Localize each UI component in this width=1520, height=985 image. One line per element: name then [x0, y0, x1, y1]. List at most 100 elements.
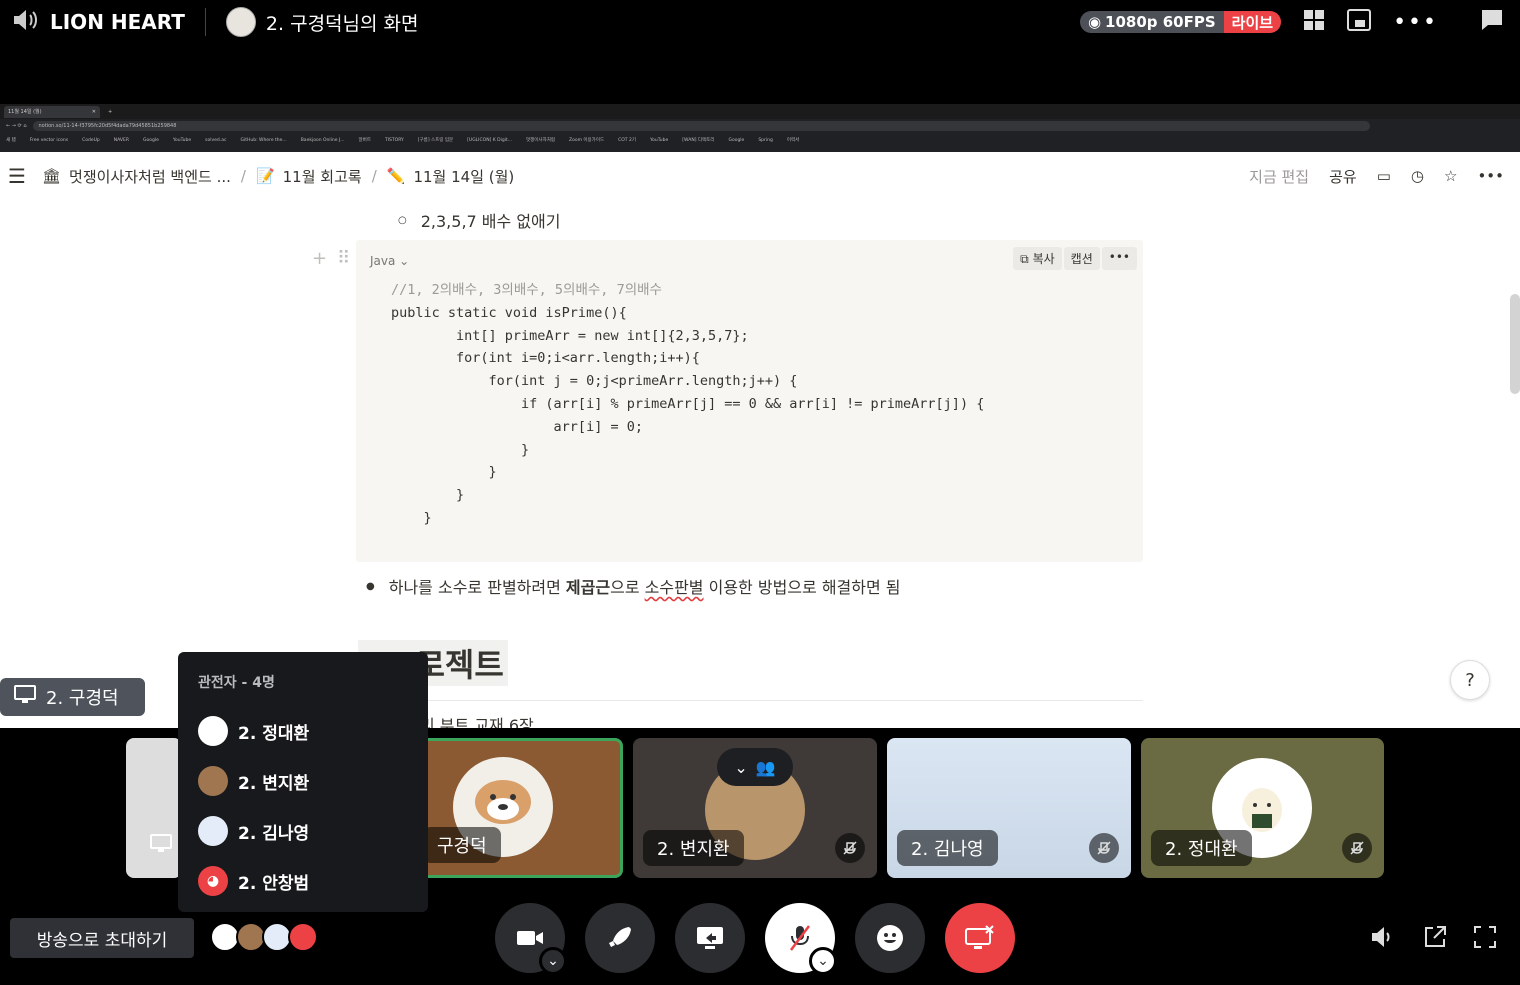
- code-line: public static void isPrime(){: [391, 304, 627, 321]
- code-line: arr[i] = 0;: [391, 418, 643, 435]
- memo-icon: 📝: [255, 167, 275, 185]
- more-icon[interactable]: •••: [1477, 167, 1504, 185]
- bookmark-item[interactable]: Google: [143, 138, 159, 143]
- help-button[interactable]: ?: [1450, 660, 1490, 700]
- chat-icon[interactable]: [1480, 8, 1504, 36]
- bookmark-item[interactable]: [WAN] 디렉토리: [682, 137, 714, 143]
- code-line: }: [391, 487, 465, 504]
- breadcrumb-current[interactable]: 11월 14일 (월): [413, 166, 514, 187]
- mute-button[interactable]: ⌄: [765, 903, 837, 975]
- breadcrumb-root[interactable]: 멋쟁이사자처럼 백엔드 ...: [69, 166, 231, 187]
- bookmark-item[interactable]: NAVER: [114, 138, 129, 143]
- fullscreen-icon[interactable]: [1473, 925, 1497, 953]
- bookmark-item[interactable]: Free vector icons: [30, 138, 68, 143]
- emoji-button[interactable]: [855, 903, 925, 973]
- grid-layout-icon[interactable]: [1303, 9, 1325, 35]
- sub-bullet: ○ 2,3,5,7 배수 없애기: [398, 208, 560, 232]
- camera-button[interactable]: ⌄: [495, 903, 567, 975]
- share-screen-button[interactable]: [675, 903, 745, 973]
- viewer-item[interactable]: 2. 김나영: [198, 806, 408, 856]
- leave-stream-button[interactable]: [945, 903, 1015, 973]
- bookmark-item[interactable]: TISTORY: [385, 138, 404, 143]
- live-badge: 라이브: [1223, 11, 1282, 33]
- code-line: for(int i=0;i<arr.length;i++){: [391, 350, 700, 367]
- avatar: [198, 816, 228, 846]
- nav-arrows-icon[interactable]: ← → ⟳ ⌂: [6, 123, 27, 129]
- edit-now-label[interactable]: 지금 편집: [1249, 166, 1309, 187]
- avatar: [198, 716, 228, 746]
- caption-button[interactable]: 캡션: [1063, 247, 1100, 270]
- new-tab-icon[interactable]: +: [108, 109, 112, 115]
- bookmark-item[interactable]: 이력서: [787, 137, 799, 143]
- code-block[interactable]: Java ⌄ ⧉ 복사 캡션 ••• //1, 2의배수, 3의배수, 5의배수…: [356, 240, 1143, 562]
- popout-icon[interactable]: [1423, 925, 1447, 953]
- participant-tile[interactable]: 2. 정대환: [1141, 738, 1384, 878]
- mic-muted-icon: [790, 925, 810, 951]
- address-row: ← → ⟳ ⌂ notion.so/11-14-f3795fc20d5f4dad…: [0, 119, 1520, 133]
- clock-icon[interactable]: ◷: [1411, 167, 1424, 185]
- block-handle[interactable]: + ⠿: [312, 248, 350, 269]
- comment-icon[interactable]: ▭: [1377, 167, 1391, 185]
- popout-icon[interactable]: [1347, 9, 1372, 35]
- participants-toggle[interactable]: ⌄ 👥: [717, 748, 793, 786]
- bookmark-item[interactable]: 멋쟁이사자처럼: [526, 137, 555, 143]
- discord-icon: ◕: [198, 866, 228, 896]
- bookmark-item[interactable]: YouTube: [173, 138, 191, 143]
- participant-name-text: 2. 정대환: [1165, 839, 1238, 860]
- code-language-select[interactable]: Java ⌄: [370, 254, 409, 268]
- code-line: }: [391, 464, 497, 481]
- bookmark-item[interactable]: solved.ac: [205, 138, 226, 143]
- bookmark-item[interactable]: CodeUp: [82, 138, 100, 143]
- bookmark-item[interactable]: YouTube: [650, 138, 668, 143]
- viewer-name: 2. 변지환: [238, 773, 310, 794]
- monitor-icon: [150, 834, 172, 858]
- activity-button[interactable]: [585, 903, 655, 973]
- invite-button[interactable]: 방송으로 초대하기: [10, 918, 194, 958]
- people-icon: 👥: [755, 757, 776, 777]
- bookmark-item[interactable]: 알버트: [359, 137, 371, 143]
- bookmark-item[interactable]: Spring: [758, 138, 773, 143]
- bookmark-item[interactable]: GitHub: Where the...: [240, 138, 286, 143]
- screen-share-stream: 11월 14일 (월) ✕ + ← → ⟳ ⌂ notion.so/11-14-f…: [0, 104, 1520, 728]
- browser-tab[interactable]: 11월 14일 (월) ✕: [4, 105, 100, 118]
- streamer-name: 2. 구경덕: [46, 688, 119, 709]
- bookmark-item[interactable]: [구름] 스프링 입문: [418, 137, 453, 143]
- viewer-avatars[interactable]: [210, 922, 318, 952]
- mic-options-button[interactable]: ⌄: [809, 947, 837, 975]
- chevron-down-icon: ⌄: [547, 953, 559, 969]
- scrollbar[interactable]: [1510, 294, 1520, 394]
- bookmark-item[interactable]: [UGLICON] K Digit...: [467, 138, 512, 143]
- participant-name-text: 2. 변지환: [657, 839, 730, 860]
- drag-handle-icon[interactable]: ⠿: [337, 248, 350, 269]
- code-line: for(int j = 0;j<primeArr.length;j++) {: [391, 373, 798, 390]
- share-button[interactable]: 공유: [1329, 166, 1357, 187]
- participant-tile[interactable]: 2. 김나영: [887, 738, 1131, 878]
- url-bar[interactable]: notion.so/11-14-f3795fc20d5f4dada79d4585…: [32, 121, 1370, 131]
- viewer-item[interactable]: 2. 정대환: [198, 706, 408, 756]
- close-icon[interactable]: ✕: [92, 109, 96, 115]
- volume-icon[interactable]: [1370, 925, 1394, 953]
- camera-options-button[interactable]: ⌄: [539, 947, 567, 975]
- copy-button[interactable]: ⧉ 복사: [1013, 247, 1062, 270]
- app-name: LION HEART: [50, 10, 185, 34]
- menu-icon[interactable]: ☰: [8, 164, 26, 188]
- code-line: int[] primeArr = new int[]{2,3,5,7};: [391, 327, 749, 344]
- viewer-item[interactable]: 2. 변지환: [198, 756, 408, 806]
- bookmark-item[interactable]: Zoom 이용가이드: [569, 137, 604, 143]
- bookmark-item[interactable]: Google: [728, 138, 744, 143]
- code-more-icon[interactable]: •••: [1101, 247, 1137, 270]
- url-text: notion.so/11-14-f3795fc20d5f4dada79d4585…: [38, 123, 177, 129]
- more-icon[interactable]: •••: [1393, 10, 1438, 35]
- breadcrumb-parent[interactable]: 11월 회고록: [283, 166, 362, 187]
- bookmark-item[interactable]: 새 탭: [6, 137, 16, 143]
- bookmark-item[interactable]: COT 2기: [618, 137, 636, 143]
- plus-icon[interactable]: +: [312, 248, 327, 269]
- star-icon[interactable]: ☆: [1444, 167, 1457, 185]
- quality-badge: ◉ 1080p 60FPS 라이브: [1079, 11, 1282, 33]
- viewer-item[interactable]: ◕ 2. 안창범: [198, 856, 408, 906]
- partial-text: 리 부트 교재 6장: [420, 716, 534, 728]
- divider: [358, 700, 1143, 701]
- bookmark-item[interactable]: Baekjoon Online J...: [301, 138, 345, 143]
- stream-preview-tile[interactable]: [126, 738, 182, 878]
- participant-tile[interactable]: ⌄ 👥 2. 변지환: [633, 738, 877, 878]
